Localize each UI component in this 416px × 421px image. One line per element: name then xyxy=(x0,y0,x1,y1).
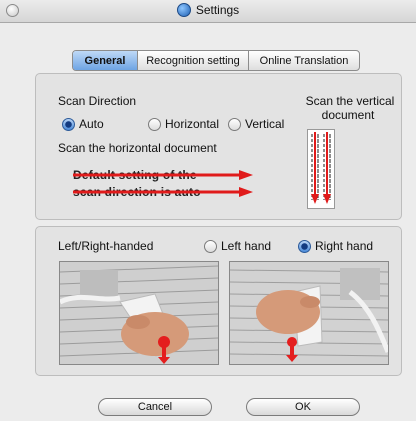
tab-general[interactable]: General xyxy=(73,51,138,70)
radio-vertical-indicator[interactable] xyxy=(228,117,241,131)
radio-vertical-label: Vertical xyxy=(245,117,285,131)
radio-right-hand-indicator[interactable] xyxy=(298,239,311,253)
ok-button[interactable]: OK xyxy=(246,398,360,416)
radio-right-hand-label: Right hand xyxy=(315,239,374,253)
cancel-button[interactable]: Cancel xyxy=(98,398,212,416)
radio-left-hand-indicator[interactable] xyxy=(204,239,217,253)
left-hand-photo xyxy=(59,261,219,365)
radio-auto-label: Auto xyxy=(79,117,104,131)
handedness-group: Left/Right-handed Left hand Right hand xyxy=(35,226,402,376)
demo-arrow-2 xyxy=(73,187,253,197)
vertical-document-illustration xyxy=(307,129,335,209)
app-icon xyxy=(176,3,191,17)
title-bar: Settings xyxy=(0,0,416,23)
left-hand-scan-illustration xyxy=(60,262,218,364)
radio-right-hand[interactable]: Right hand xyxy=(298,239,373,253)
right-hand-scan-illustration xyxy=(230,262,388,364)
scan-direction-group: Scan Direction Auto Horizontal Vertical … xyxy=(35,73,402,220)
vertical-caption-2: document xyxy=(321,108,375,122)
horizontal-caption: Scan the horizontal document xyxy=(58,141,217,155)
tab-bar: General Recognition setting Online Trans… xyxy=(72,50,360,71)
radio-auto[interactable]: Auto xyxy=(62,117,104,131)
radio-vertical[interactable]: Vertical xyxy=(228,117,284,131)
vertical-doc-text-icon xyxy=(311,132,331,204)
title-wrap: Settings xyxy=(0,3,416,17)
window-title: Settings xyxy=(195,3,240,17)
vertical-caption-1: Scan the vertical xyxy=(305,94,395,108)
demo-arrow-1 xyxy=(73,170,253,180)
radio-left-hand-label: Left hand xyxy=(221,239,272,253)
radio-horizontal-indicator[interactable] xyxy=(148,117,161,131)
radio-auto-indicator[interactable] xyxy=(62,117,75,131)
radio-left-hand[interactable]: Left hand xyxy=(204,239,271,253)
radio-horizontal[interactable]: Horizontal xyxy=(148,117,219,131)
handedness-heading: Left/Right-handed xyxy=(58,239,154,253)
right-hand-photo xyxy=(229,261,389,365)
tab-online-translation[interactable]: Online Translation xyxy=(249,51,359,70)
tab-recognition-setting[interactable]: Recognition setting xyxy=(138,51,249,70)
radio-horizontal-label: Horizontal xyxy=(165,117,220,131)
scan-direction-heading: Scan Direction xyxy=(58,94,137,108)
